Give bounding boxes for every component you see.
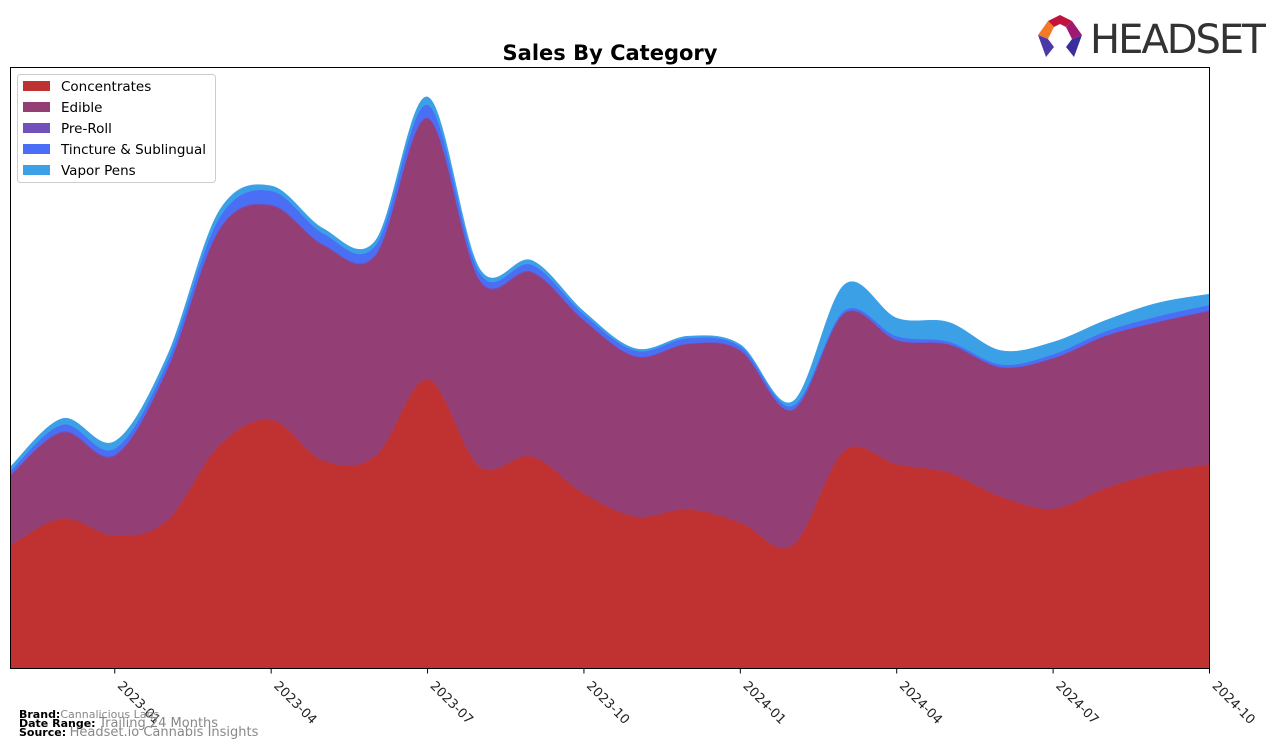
legend-swatch (23, 123, 50, 133)
footer-source: Source: Headset.io Cannabis Insights (19, 725, 259, 740)
footer-source-label: Source: (19, 726, 67, 739)
legend: Concentrates Edible Pre-Roll Tincture & Sub… (17, 74, 216, 183)
x-tick-label: 2023-07 (427, 679, 476, 728)
x-tick-label: 2024-01 (739, 679, 788, 728)
x-tick-label: 2024-04 (896, 679, 945, 728)
legend-swatch (23, 144, 50, 154)
legend-label: Edible (61, 100, 102, 116)
legend-swatch (23, 165, 50, 175)
legend-label: Pre-Roll (61, 121, 112, 137)
x-tick-label: 2024-07 (1052, 679, 1101, 728)
x-tick-label: 2023-10 (583, 679, 632, 728)
legend-label: Concentrates (61, 79, 151, 95)
legend-swatch (23, 102, 50, 112)
legend-swatch (23, 81, 50, 91)
headset-logo-text: HEADSET (1090, 17, 1266, 61)
legend-label: Tincture & Sublingual (60, 142, 206, 158)
x-axis: 2023-01 2023-04 2023-07 2023-10 2024-01 2024-… (114, 668, 1258, 728)
sales-by-category-chart: Sales By Category 2023-01 2023-04 2023-07 2… (10, 41, 1258, 728)
headset-logo-icon (1038, 15, 1082, 57)
x-tick-label: 2024-10 (1209, 679, 1258, 728)
footer-source-value: Headset.io Cannabis Insights (69, 725, 259, 740)
legend-label: Vapor Pens (61, 163, 136, 179)
chart-title: Sales By Category (503, 41, 718, 65)
headset-logo: HEADSET (1038, 15, 1266, 61)
chart-footer: Brand:Cannalicious Labs Date Range: Trai… (19, 709, 259, 740)
x-tick-label: 2023-04 (270, 679, 319, 728)
